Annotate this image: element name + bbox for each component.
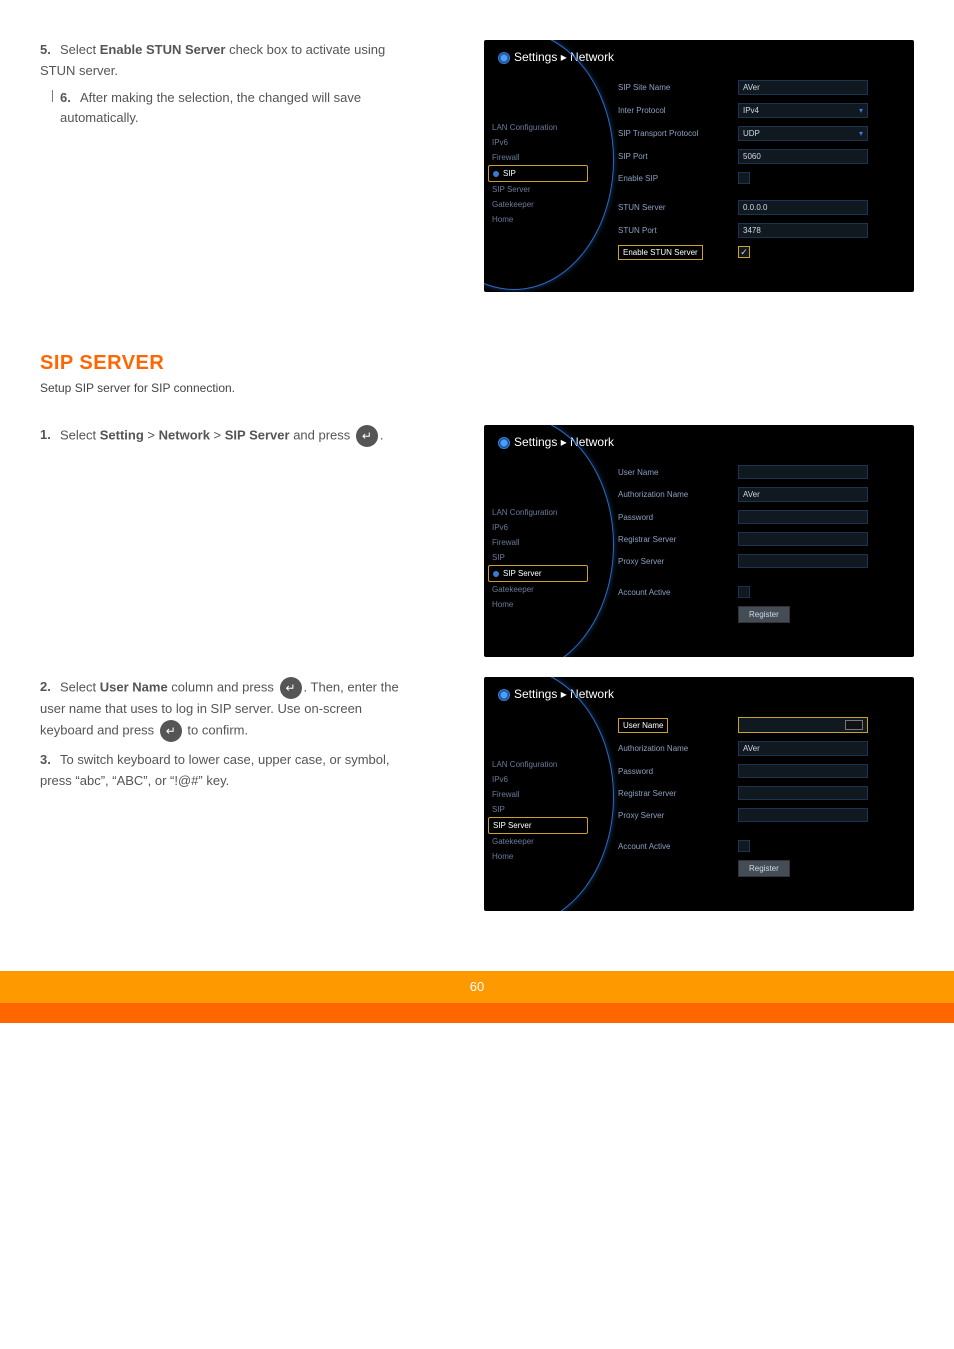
section-subtitle: Setup SIP server for SIP connection. <box>40 381 914 395</box>
enter-icon: ↵ <box>280 677 302 699</box>
user-name-field[interactable] <box>738 717 868 733</box>
proxy-server-field[interactable] <box>738 554 868 568</box>
screenshot-sip-stun: Settings ▸ Network LAN Configuration IPv… <box>484 40 914 292</box>
enter-icon: ↵ <box>356 425 378 447</box>
section-heading-sip-server: SIP SERVER <box>40 352 914 375</box>
sip-port-field[interactable]: 5060 <box>738 149 868 164</box>
chevron-down-icon: ▾ <box>859 129 863 138</box>
account-active-checkbox[interactable] <box>738 840 750 852</box>
enable-sip-checkbox[interactable] <box>738 172 750 184</box>
stun-port-field[interactable]: 3478 <box>738 223 868 238</box>
instruction-step-1: 1.Select Setting > Network > SIP Server … <box>40 425 400 453</box>
screenshot-sidebar: LAN Configuration IPv6 Firewall SIP SIP … <box>488 757 588 864</box>
enter-icon: ↵ <box>160 720 182 742</box>
chevron-down-icon: ▾ <box>859 106 863 115</box>
sidebar-item-sip-server[interactable]: SIP Server <box>488 565 588 582</box>
screenshot-sip-server-nav: Settings ▸ Network LAN Configuration IPv… <box>484 425 914 657</box>
registrar-server-field[interactable] <box>738 532 868 546</box>
sip-transport-select[interactable]: UDP▾ <box>738 126 868 141</box>
account-active-checkbox[interactable] <box>738 586 750 598</box>
instruction-step-2: 2.Select User Name column and press ↵. T… <box>40 677 400 797</box>
inter-protocol-select[interactable]: IPv4▾ <box>738 103 868 118</box>
auth-name-field[interactable]: AVer <box>738 741 868 756</box>
register-button[interactable]: Register <box>738 606 790 623</box>
enable-stun-checkbox[interactable] <box>738 246 750 258</box>
user-name-field[interactable] <box>738 465 868 479</box>
page-footer: 60 <box>0 971 954 1023</box>
stun-server-field[interactable]: 0.0.0.0 <box>738 200 868 215</box>
keyboard-icon <box>845 720 863 730</box>
screenshot-user-name: Settings ▸ Network LAN Configuration IPv… <box>484 677 914 911</box>
password-field[interactable] <box>738 764 868 778</box>
page-number: 60 <box>470 979 484 994</box>
sidebar-item-sip-server[interactable]: SIP Server <box>488 817 588 834</box>
sidebar-item-sip[interactable]: SIP <box>488 165 588 182</box>
screenshot-sidebar: LAN Configuration IPv6 Firewall SIP SIP … <box>488 505 588 612</box>
password-field[interactable] <box>738 510 868 524</box>
auth-name-field[interactable]: AVer <box>738 487 868 502</box>
register-button[interactable]: Register <box>738 860 790 877</box>
screenshot-sidebar: LAN Configuration IPv6 Firewall SIP SIP … <box>488 120 588 227</box>
sip-site-name-field[interactable]: AVer <box>738 80 868 95</box>
registrar-server-field[interactable] <box>738 786 868 800</box>
proxy-server-field[interactable] <box>738 808 868 822</box>
instruction-step-5: 5.Select Enable STUN Server check box to… <box>40 40 420 135</box>
